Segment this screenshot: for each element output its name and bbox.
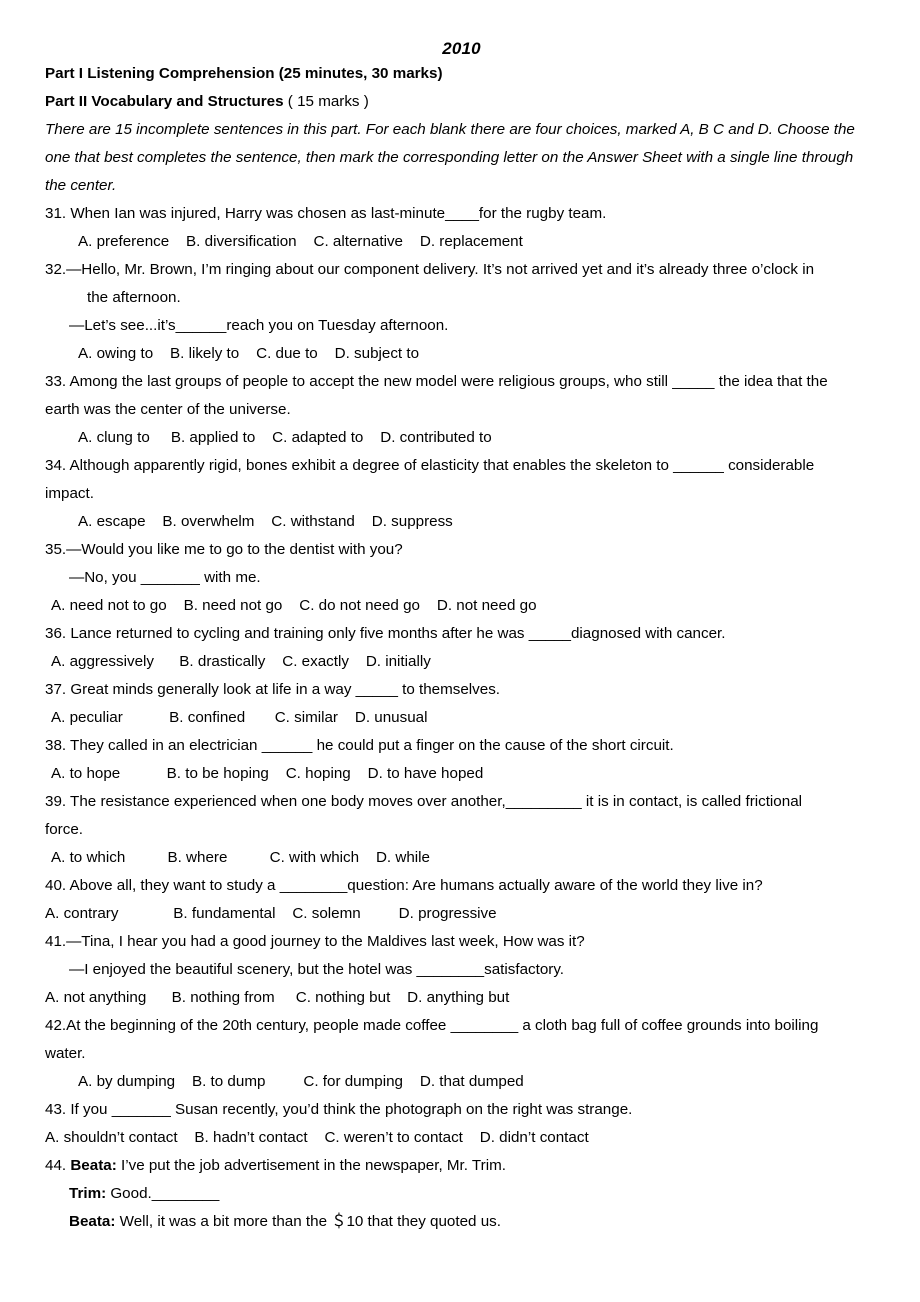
question-35-stem-line2: —No, you _______ with me.	[69, 569, 261, 586]
document-page: 2010 Part I Listening Comprehension (25 …	[0, 0, 920, 1302]
question-44-number: 44.	[45, 1157, 71, 1174]
question-37-options[interactable]: A. peculiar B. confined C. similar D. un…	[45, 704, 878, 732]
question-31-options[interactable]: A. preference B. diversification C. alte…	[45, 228, 878, 256]
question-38: 38. They called in an electrician ______…	[45, 732, 878, 788]
question-42-stem-line2: water.	[45, 1045, 86, 1062]
question-35-stem-line1: 35.—Would you like me to go to the denti…	[45, 541, 403, 558]
question-38-stem: 38. They called in an electrician ______…	[45, 737, 674, 754]
question-41-stem-line2: —I enjoyed the beautiful scenery, but th…	[69, 961, 565, 978]
question-39: 39. The resistance experienced when one …	[45, 788, 878, 872]
question-43-stem: 43. If you _______ Susan recently, you’d…	[45, 1101, 633, 1118]
question-42-stem-line1: 42.At the beginning of the 20th century,…	[45, 1017, 819, 1034]
question-39-stem-line2: force.	[45, 821, 83, 838]
question-43: 43. If you _______ Susan recently, you’d…	[45, 1096, 878, 1152]
question-31-stem: 31. When Ian was injured, Harry was chos…	[45, 205, 607, 222]
question-40-stem: 40. Above all, they want to study a ____…	[45, 877, 763, 894]
question-40-options[interactable]: A. contrary B. fundamental C. solemn D. …	[45, 900, 878, 928]
part-one-heading-text: Part I Listening Comprehension (25 minut…	[45, 65, 443, 82]
question-44-line-3: Beata: Well, it was a bit more than the …	[45, 1208, 878, 1236]
question-32-stem-line2: the afternoon.	[87, 289, 181, 306]
question-43-options[interactable]: A. shouldn’t contact B. hadn’t contact C…	[45, 1124, 878, 1152]
question-34: 34. Although apparently rigid, bones exh…	[45, 452, 878, 536]
question-33-stem-line2: earth was the center of the universe.	[45, 401, 291, 418]
question-44-text-2: Good.________	[106, 1185, 220, 1202]
question-34-stem-line1: 34. Although apparently rigid, bones exh…	[45, 457, 815, 474]
question-41-options[interactable]: A. not anything B. nothing from C. nothi…	[45, 984, 878, 1012]
part-two-marks: ( 15 marks )	[283, 93, 369, 110]
speaker-label-trim: Trim:	[69, 1185, 107, 1202]
speaker-label-beata-2: Beata:	[69, 1213, 116, 1230]
question-36-options[interactable]: A. aggressively B. drastically C. exactl…	[45, 648, 878, 676]
question-35-options[interactable]: A. need not to go B. need not go C. do n…	[45, 592, 878, 620]
question-36-stem: 36. Lance returned to cycling and traini…	[45, 625, 726, 642]
page-title: 2010	[442, 39, 481, 58]
question-42-options[interactable]: A. by dumping B. to dump C. for dumping …	[45, 1068, 878, 1096]
question-39-stem-line1: 39. The resistance experienced when one …	[45, 793, 803, 810]
question-39-options[interactable]: A. to which B. where C. with which D. wh…	[45, 844, 878, 872]
question-37-stem: 37. Great minds generally look at life i…	[45, 681, 501, 698]
speaker-label-beata: Beata:	[70, 1157, 117, 1174]
question-44-text-3: Well, it was a bit more than the ＄10 tha…	[115, 1213, 501, 1230]
question-33-options[interactable]: A. clung to B. applied to C. adapted to …	[45, 424, 878, 452]
directions-paragraph: There are 15 incomplete sentences in thi…	[45, 121, 860, 194]
question-33: 33. Among the last groups of people to a…	[45, 368, 878, 452]
question-44: 44. Beata: I’ve put the job advertisemen…	[45, 1152, 878, 1236]
question-42: 42.At the beginning of the 20th century,…	[45, 1012, 878, 1096]
part-one-heading: Part I Listening Comprehension (25 minut…	[45, 60, 878, 88]
question-44-text-1: I’ve put the job advertisement in the ne…	[116, 1157, 506, 1174]
question-38-options[interactable]: A. to hope B. to be hoping C. hoping D. …	[45, 760, 878, 788]
question-41-stem-line1: 41.—Tina, I hear you had a good journey …	[45, 933, 585, 950]
question-41: 41.—Tina, I hear you had a good journey …	[45, 928, 878, 1012]
part-two-heading: Part II Vocabulary and Structures ( 15 m…	[45, 88, 878, 116]
question-32: 32.—Hello, Mr. Brown, I’m ringing about …	[45, 256, 878, 368]
question-40: 40. Above all, they want to study a ____…	[45, 872, 878, 928]
question-35: 35.—Would you like me to go to the denti…	[45, 536, 878, 620]
question-32-stem-line1: 32.—Hello, Mr. Brown, I’m ringing about …	[45, 261, 815, 278]
question-34-stem-line2: impact.	[45, 485, 94, 502]
question-37: 37. Great minds generally look at life i…	[45, 676, 878, 732]
question-31: 31. When Ian was injured, Harry was chos…	[45, 200, 878, 256]
question-34-options[interactable]: A. escape B. overwhelm C. withstand D. s…	[45, 508, 878, 536]
question-32-options[interactable]: A. owing to B. likely to C. due to D. su…	[45, 340, 878, 368]
question-32-stem-line3: —Let’s see...it’s______reach you on Tues…	[69, 317, 449, 334]
part-two-heading-text: Part II Vocabulary and Structures	[45, 93, 284, 110]
question-36: 36. Lance returned to cycling and traini…	[45, 620, 878, 676]
question-33-stem-line1: 33. Among the last groups of people to a…	[45, 373, 828, 390]
question-44-line-1: 44. Beata: I’ve put the job advertisemen…	[45, 1152, 878, 1180]
question-44-line-2: Trim: Good.________	[45, 1180, 878, 1208]
